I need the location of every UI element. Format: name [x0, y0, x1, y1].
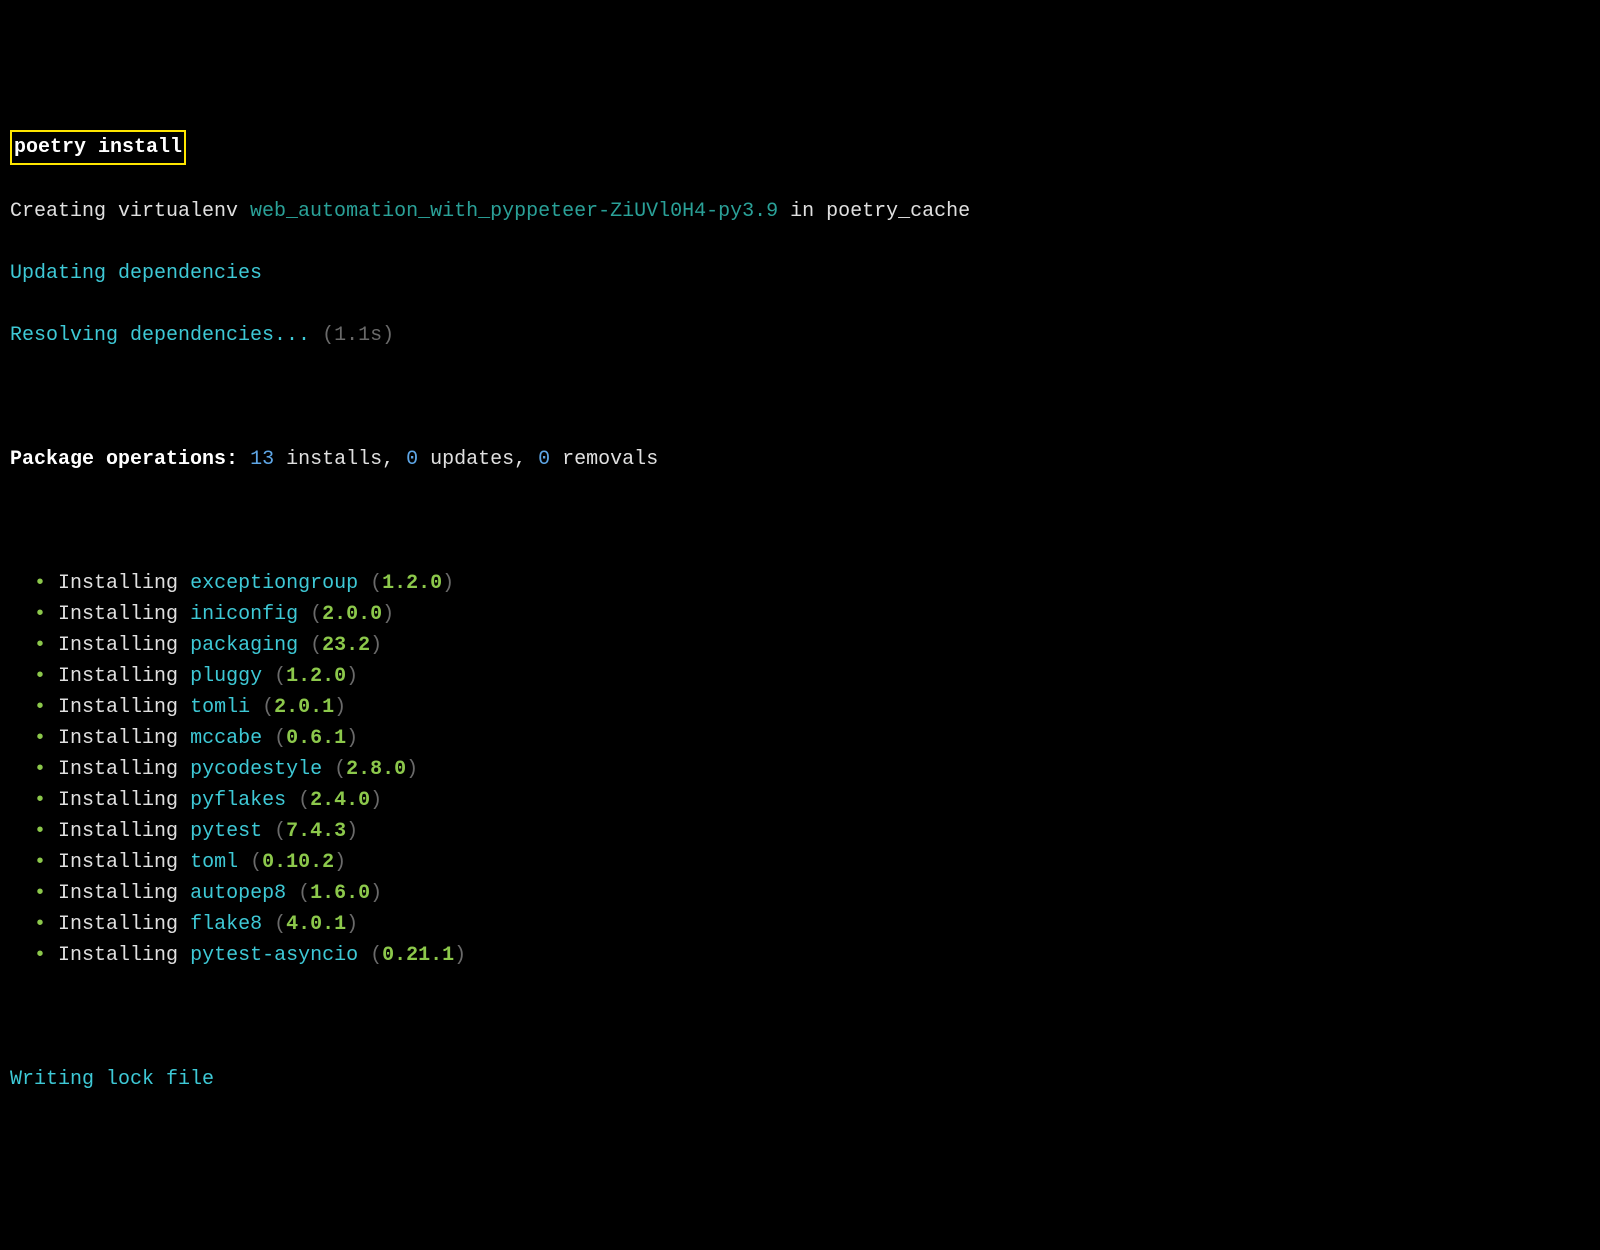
writing-lock-line: Writing lock file: [10, 1064, 1590, 1095]
bullet-icon: •: [34, 758, 46, 781]
bullet-icon: •: [34, 944, 46, 967]
package-name: tomli: [190, 696, 250, 719]
package-version: 0.6.1: [286, 727, 346, 750]
resolving-deps-line: Resolving dependencies... (1.1s): [10, 320, 1590, 351]
bullet-icon: •: [34, 820, 46, 843]
install-line: • Installing mccabe (0.6.1): [10, 723, 1590, 754]
venv-name: web_automation_with_pyppeteer-ZiUVl0H4-p…: [250, 200, 778, 223]
install-line: • Installing tomli (2.0.1): [10, 692, 1590, 723]
bullet-icon: •: [34, 696, 46, 719]
package-version: 0.21.1: [382, 944, 454, 967]
package-version: 2.0.0: [322, 603, 382, 626]
package-version: 1.2.0: [382, 572, 442, 595]
package-version: 1.6.0: [310, 882, 370, 905]
package-version: 2.4.0: [310, 789, 370, 812]
package-version: 2.8.0: [346, 758, 406, 781]
package-name: autopep8: [190, 882, 286, 905]
bullet-icon: •: [34, 634, 46, 657]
install-line: • Installing autopep8 (1.6.0): [10, 878, 1590, 909]
updating-deps-line: Updating dependencies: [10, 258, 1590, 289]
creating-venv-line: Creating virtualenv web_automation_with_…: [10, 196, 1590, 227]
package-name: packaging: [190, 634, 298, 657]
bullet-icon: •: [34, 603, 46, 626]
package-version: 7.4.3: [286, 820, 346, 843]
package-operations-line: Package operations: 13 installs, 0 updat…: [10, 444, 1590, 475]
resolving-time: (1.1s): [322, 324, 394, 347]
install-line: • Installing pytest-asyncio (0.21.1): [10, 940, 1590, 971]
bullet-icon: •: [34, 665, 46, 688]
package-name: pycodestyle: [190, 758, 322, 781]
install-line: • Installing exceptiongroup (1.2.0): [10, 568, 1590, 599]
package-name: iniconfig: [190, 603, 298, 626]
package-name: exceptiongroup: [190, 572, 358, 595]
package-name: pytest: [190, 820, 262, 843]
package-name: pytest-asyncio: [190, 944, 358, 967]
bullet-icon: •: [34, 727, 46, 750]
bullet-icon: •: [34, 882, 46, 905]
package-name: mccabe: [190, 727, 262, 750]
install-line: • Installing pycodestyle (2.8.0): [10, 754, 1590, 785]
package-name: pyflakes: [190, 789, 286, 812]
bullet-icon: •: [34, 789, 46, 812]
install-line: • Installing toml (0.10.2): [10, 847, 1590, 878]
package-name: pluggy: [190, 665, 262, 688]
bullet-icon: •: [34, 913, 46, 936]
package-version: 1.2.0: [286, 665, 346, 688]
command-input[interactable]: poetry install: [10, 130, 186, 165]
install-line: • Installing iniconfig (2.0.0): [10, 599, 1590, 630]
install-line: • Installing pyflakes (2.4.0): [10, 785, 1590, 816]
install-list: • Installing exceptiongroup (1.2.0)• Ins…: [10, 568, 1590, 971]
package-version: 23.2: [322, 634, 370, 657]
install-line: • Installing flake8 (4.0.1): [10, 909, 1590, 940]
package-name: toml: [190, 851, 238, 874]
bullet-icon: •: [34, 851, 46, 874]
install-line: • Installing pluggy (1.2.0): [10, 661, 1590, 692]
install-line: • Installing pytest (7.4.3): [10, 816, 1590, 847]
package-version: 0.10.2: [262, 851, 334, 874]
bullet-icon: •: [34, 572, 46, 595]
package-name: flake8: [190, 913, 262, 936]
install-line: • Installing packaging (23.2): [10, 630, 1590, 661]
package-version: 2.0.1: [274, 696, 334, 719]
package-version: 4.0.1: [286, 913, 346, 936]
